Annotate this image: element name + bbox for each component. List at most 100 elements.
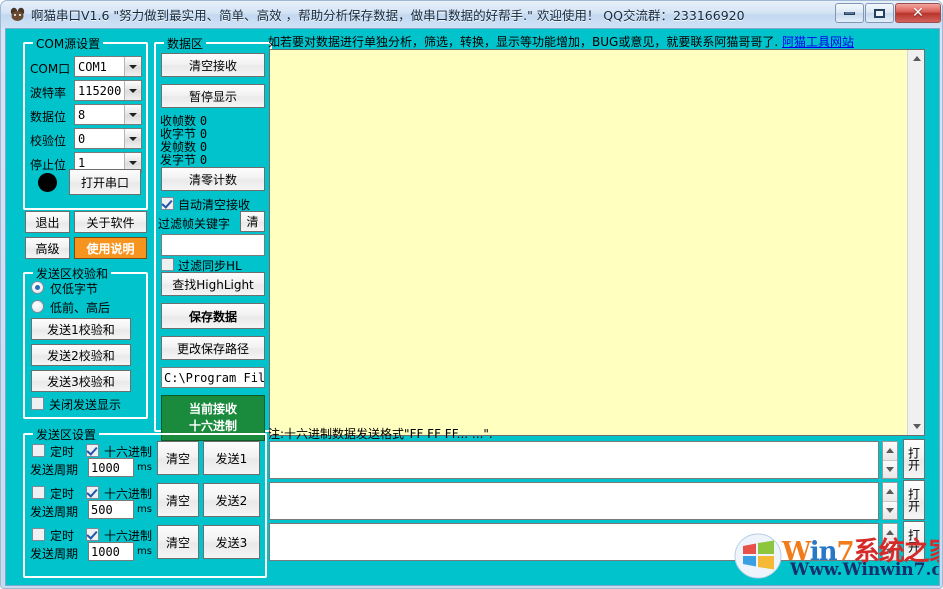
send3-spinner[interactable] [882,523,898,561]
stop-bits-label: 停止位 [30,156,66,173]
period2-unit: ms [137,504,152,515]
send2-spinner[interactable] [882,482,898,520]
filter-keyword-label: 过滤帧关键字 [158,215,230,232]
period1-label: 发送周期 [30,461,78,478]
save-path-input[interactable]: C:\Program Files [161,367,265,388]
close-send-display-checkbox[interactable] [31,397,44,410]
spinner-up-icon[interactable] [883,442,897,461]
send2-textarea[interactable] [269,482,879,520]
timer3-checkbox[interactable] [32,528,45,541]
find-highlight-button[interactable]: 查找HighLight [161,272,265,296]
radio-low-byte-only[interactable] [31,281,44,294]
parity-label: 校验位 [30,132,66,149]
hex3-checkbox[interactable] [86,528,99,541]
baud-rate-value: 115200 [75,84,124,98]
open1-button[interactable]: 打开 [903,439,925,479]
spinner-down-icon[interactable] [883,502,897,520]
spinner-down-icon[interactable] [883,461,897,479]
hex1-checkbox[interactable] [86,444,99,457]
send3-textarea[interactable] [269,523,879,561]
maximize-button[interactable] [865,3,894,23]
scroll-up-icon[interactable] [908,50,925,67]
radio-low-byte-only-label: 仅低字节 [50,280,98,297]
scroll-down-icon[interactable] [908,418,925,435]
chevron-down-icon[interactable] [124,129,141,148]
send-bytes-name: 发字节 [160,153,196,167]
notice-text: 如若要对数据进行单独分析，筛选，转换，显示等功能增加，BUG或意见，就要联系阿猫… [268,33,854,50]
window-controls: ✕ [834,3,941,23]
open3-button[interactable]: 打开 [903,521,925,561]
app-icon [9,6,26,23]
amao-tools-link[interactable]: 阿猫工具网站 [782,35,854,49]
filter-keyword-input[interactable] [161,234,265,256]
data-bits-select[interactable]: 8 [74,104,142,125]
com-settings-legend: COM源设置 [33,35,103,52]
auto-clear-receive-checkbox[interactable] [161,197,174,210]
baud-rate-label: 波特率 [30,84,66,101]
send-bytes-label: 发字节 0 [160,151,207,168]
timer3-label: 定时 [50,527,74,544]
filter-sync-hl-checkbox[interactable] [161,258,174,271]
usage-button[interactable]: 使用说明 [74,237,147,259]
chevron-down-icon[interactable] [124,81,141,100]
period3-input[interactable]: 1000 [88,542,134,561]
send1-textarea[interactable] [269,441,879,479]
com-port-value: COM1 [75,60,124,74]
window-title: 啊猫串口V1.6 "努力做到最实用、简单、高效 ，帮助分析保存数据，做串口数据的… [31,5,745,24]
close-send-display-label: 关闭发送显示 [49,396,121,413]
pause-display-button[interactable]: 暂停显示 [161,84,265,108]
open2-button[interactable]: 打开 [903,480,925,520]
save-data-button[interactable]: 保存数据 [161,303,265,329]
client-area: COM源设置 COM口 COM1 波特率 115200 数据位 8 校验位 0 … [5,28,940,586]
period3-unit: ms [137,546,152,557]
about-button[interactable]: 关于软件 [74,211,147,233]
send-bytes-value: 0 [200,153,207,167]
chevron-down-icon[interactable] [124,105,141,124]
period1-unit: ms [137,462,152,473]
send1-button[interactable]: 发送1 [203,441,260,475]
send3-checksum-button[interactable]: 发送3校验和 [31,370,131,392]
clear-receive-button[interactable]: 清空接收 [161,53,265,77]
parity-select[interactable]: 0 [74,128,142,149]
data-bits-value: 8 [75,108,124,122]
clear2-button[interactable]: 清空 [157,483,199,517]
send1-spinner[interactable] [882,441,898,479]
timer2-checkbox[interactable] [32,486,45,499]
spinner-down-icon[interactable] [883,543,897,561]
close-button[interactable]: ✕ [895,3,941,23]
receive-mode-line1: 当前接收 [189,401,237,418]
filter-clear-button[interactable]: 清 [240,211,265,232]
timer1-checkbox[interactable] [32,444,45,457]
chevron-down-icon[interactable] [124,57,141,76]
receive-scrollbar[interactable] [907,50,924,435]
radio-low-then-high[interactable] [31,300,44,313]
send1-checksum-button[interactable]: 发送1校验和 [31,318,131,340]
clear1-button[interactable]: 清空 [157,441,199,475]
com-port-label: COM口 [30,60,70,77]
clear3-button[interactable]: 清空 [157,525,199,559]
open-port-button[interactable]: 打开串口 [69,169,141,195]
reset-counters-button[interactable]: 清零计数 [161,167,265,191]
spinner-up-icon[interactable] [883,524,897,543]
title-bar: 啊猫串口V1.6 "努力做到最实用、简单、高效 ，帮助分析保存数据，做串口数据的… [1,1,943,28]
period1-input[interactable]: 1000 [88,458,134,477]
hex2-checkbox[interactable] [86,486,99,499]
send2-checksum-button[interactable]: 发送2校验和 [31,344,131,366]
stop-bits-value: 1 [75,156,124,170]
advanced-button[interactable]: 高级 [25,237,70,259]
send-settings-legend: 发送区设置 [33,426,99,443]
baud-rate-select[interactable]: 115200 [74,80,142,101]
send3-button[interactable]: 发送3 [203,525,260,559]
com-port-select[interactable]: COM1 [74,56,142,77]
send2-button[interactable]: 发送2 [203,483,260,517]
period2-input[interactable]: 500 [88,500,134,519]
data-bits-label: 数据位 [30,108,66,125]
watermark-url: Www.Winwin7.com [790,560,940,580]
data-area-legend: 数据区 [164,35,206,52]
minimize-button[interactable] [835,3,864,23]
change-save-path-button[interactable]: 更改保存路径 [161,336,265,360]
exit-button[interactable]: 退出 [25,211,70,233]
receive-textarea[interactable] [269,49,925,436]
app-window: 啊猫串口V1.6 "努力做到最实用、简单、高效 ，帮助分析保存数据，做串口数据的… [0,0,943,589]
spinner-up-icon[interactable] [883,483,897,502]
